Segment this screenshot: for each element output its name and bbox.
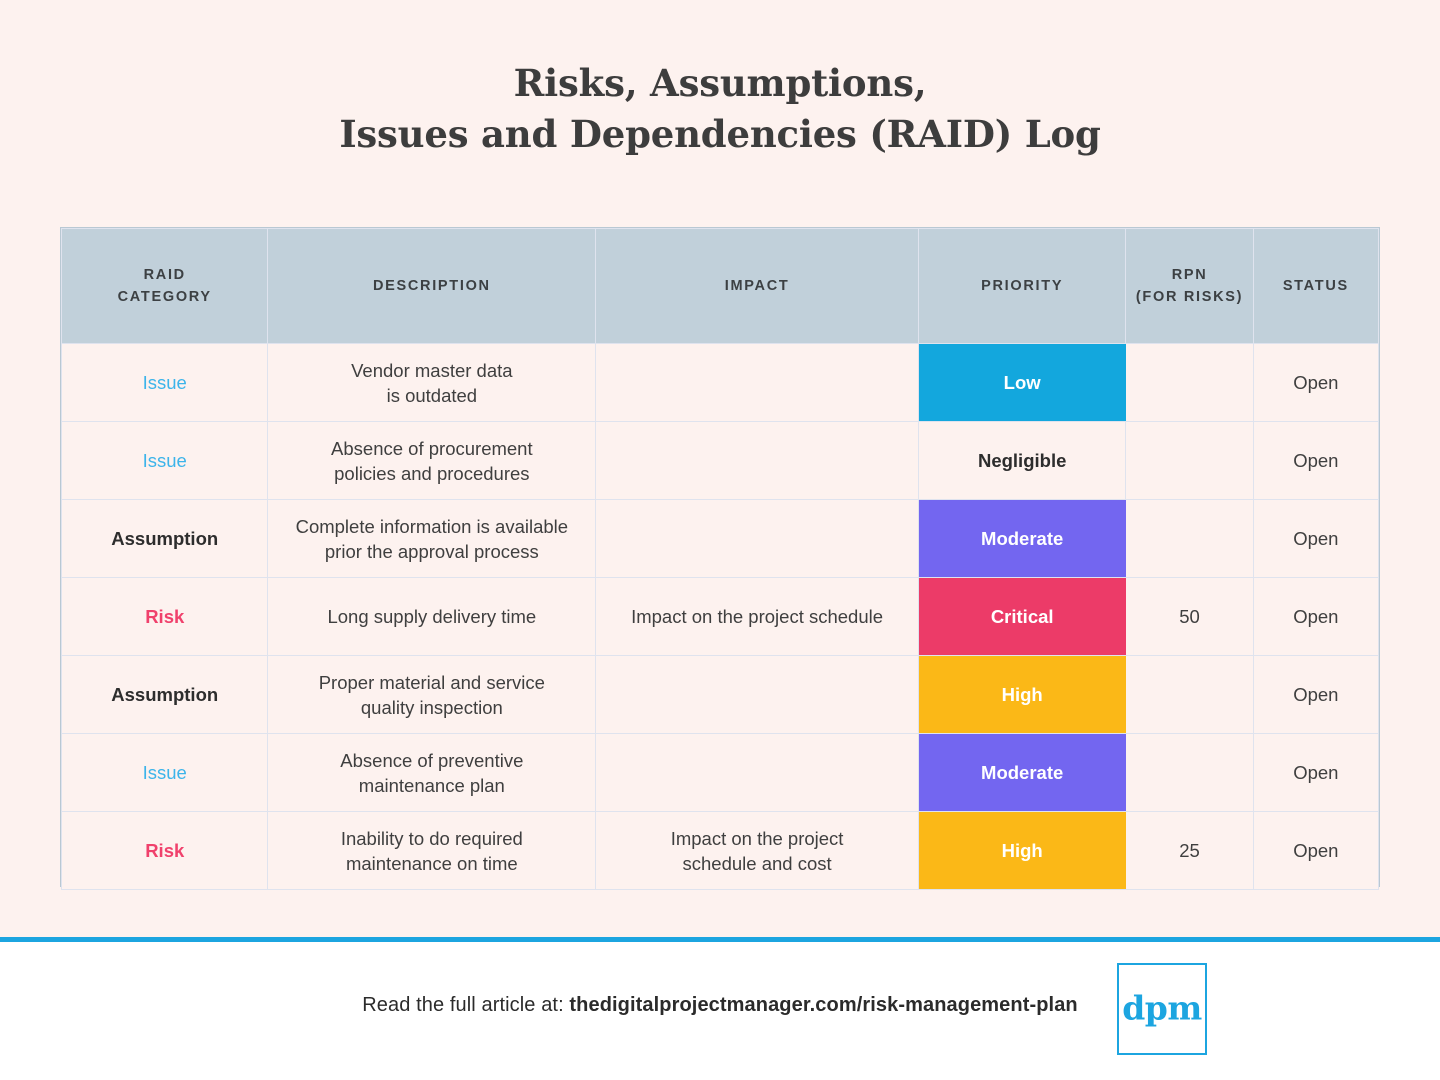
cell-rpn bbox=[1125, 733, 1254, 812]
cell-impact-line-2: schedule and cost bbox=[682, 852, 832, 874]
table-row: Issue Absence of preventive maintenance pl… bbox=[60, 733, 1380, 812]
column-header-impact-label: IMPACT bbox=[724, 278, 790, 294]
column-header-priority-label: PRIORITY bbox=[981, 278, 1064, 294]
page-title: Risks, Assumptions, Issues and Dependenc… bbox=[0, 58, 1440, 160]
cell-status: Open bbox=[1252, 733, 1380, 812]
cell-description-line-2: maintenance plan bbox=[358, 774, 505, 796]
column-header-description: DESCRIPTION bbox=[267, 228, 597, 344]
footer: Read the full article at: thedigitalproj… bbox=[0, 942, 1440, 1080]
cell-priority: High bbox=[918, 811, 1126, 890]
raid-table-container: RAID CATEGORY DESCRIPTION IMPACT PRIORIT… bbox=[60, 227, 1380, 890]
cell-status: Open bbox=[1252, 499, 1380, 578]
cell-impact bbox=[595, 655, 919, 734]
cell-raid-category: Issue bbox=[60, 343, 269, 422]
column-header-impact: IMPACT bbox=[595, 228, 919, 344]
table-row: Issue Absence of procurement policies and … bbox=[60, 421, 1380, 500]
cell-priority: Negligible bbox=[917, 421, 1127, 500]
table-row: Risk Inability to do required maintenance … bbox=[60, 811, 1380, 890]
cell-priority: High bbox=[918, 655, 1126, 734]
footer-lead-text: Read the full article at: bbox=[362, 994, 570, 1016]
dpm-logo-text: dpm bbox=[1122, 988, 1202, 1028]
column-header-raid-category: RAID CATEGORY bbox=[60, 228, 269, 344]
cell-raid-category: Assumption bbox=[60, 655, 269, 734]
dpm-logo: dpm bbox=[1117, 963, 1207, 1055]
cell-raid-category: Assumption bbox=[60, 499, 269, 578]
table-row: Assumption Complete information is availa… bbox=[60, 499, 1380, 578]
cell-description-line-1: Long supply delivery time bbox=[327, 606, 537, 627]
footer-article-link: Read the full article at: thedigitalproj… bbox=[0, 994, 1440, 1017]
cell-description-line-2: policies and procedures bbox=[334, 462, 530, 484]
cell-status: Open bbox=[1252, 811, 1380, 890]
cell-impact-line-1: Impact on the project schedule bbox=[631, 606, 884, 627]
cell-description-line-1: Complete information is available bbox=[295, 515, 569, 537]
column-header-priority: PRIORITY bbox=[917, 228, 1127, 344]
table-header-row: RAID CATEGORY DESCRIPTION IMPACT PRIORIT… bbox=[60, 228, 1380, 344]
cell-description: Absence of preventive maintenance plan bbox=[267, 733, 597, 812]
cell-impact bbox=[595, 499, 919, 578]
table-header: RAID CATEGORY DESCRIPTION IMPACT PRIORIT… bbox=[60, 228, 1380, 344]
page-title-line-1: Risks, Assumptions, bbox=[513, 61, 927, 105]
cell-status: Open bbox=[1252, 343, 1380, 422]
cell-raid-category: Risk bbox=[60, 811, 269, 890]
cell-description-line-1: Proper material and service bbox=[318, 671, 545, 693]
column-header-raid-category-line1: RAID bbox=[143, 267, 186, 283]
cell-priority: Moderate bbox=[918, 499, 1126, 578]
table-row: Assumption Proper material and service qua… bbox=[60, 655, 1380, 734]
cell-description: Absence of procurement policies and proce… bbox=[267, 421, 597, 500]
cell-raid-category: Risk bbox=[60, 577, 269, 656]
cell-impact-line-1: Impact on the project bbox=[670, 827, 844, 849]
cell-impact bbox=[595, 343, 919, 422]
cell-description-line-1: Inability to do required bbox=[340, 827, 523, 849]
cell-impact: Impact on the project schedule bbox=[595, 577, 919, 656]
column-header-status: STATUS bbox=[1252, 228, 1380, 344]
footer-url-text[interactable]: thedigitalprojectmanager.com/risk-manage… bbox=[569, 994, 1077, 1016]
cell-rpn: 50 bbox=[1125, 577, 1254, 656]
cell-impact bbox=[595, 421, 919, 500]
page-title-line-2: Issues and Dependencies (RAID) Log bbox=[339, 112, 1101, 156]
cell-description: Inability to do required maintenance on t… bbox=[267, 811, 597, 890]
table-row: Risk Long supply delivery time Impact on t… bbox=[60, 577, 1380, 656]
cell-raid-category: Issue bbox=[60, 421, 269, 500]
cell-impact bbox=[595, 733, 919, 812]
table-body: Issue Vendor master data is outdated Low Ope… bbox=[60, 343, 1380, 890]
column-header-description-label: DESCRIPTION bbox=[372, 278, 491, 294]
cell-description-line-1: Absence of preventive bbox=[340, 749, 524, 771]
column-header-rpn-line1: RPN bbox=[1171, 267, 1208, 283]
cell-rpn bbox=[1125, 343, 1254, 422]
cell-rpn bbox=[1125, 421, 1254, 500]
cell-description: Long supply delivery time bbox=[267, 577, 597, 656]
cell-priority: Critical bbox=[918, 577, 1126, 656]
table-row: Issue Vendor master data is outdated Low Ope… bbox=[60, 343, 1380, 422]
cell-description-line-1: Absence of procurement bbox=[331, 437, 533, 459]
cell-description-line-2: quality inspection bbox=[360, 696, 503, 718]
raid-log-infographic: Risks, Assumptions, Issues and Dependenc… bbox=[0, 0, 1440, 1080]
cell-priority: Low bbox=[918, 343, 1126, 422]
cell-description: Complete information is available prior t… bbox=[267, 499, 597, 578]
cell-raid-category: Issue bbox=[60, 733, 269, 812]
cell-description: Proper material and service quality inspe… bbox=[267, 655, 597, 734]
raid-table: RAID CATEGORY DESCRIPTION IMPACT PRIORIT… bbox=[60, 228, 1380, 890]
cell-status: Open bbox=[1252, 421, 1380, 500]
cell-description-line-2: is outdated bbox=[386, 384, 478, 406]
cell-description-line-2: prior the approval process bbox=[324, 540, 539, 562]
column-header-status-label: STATUS bbox=[1282, 278, 1349, 294]
cell-status: Open bbox=[1252, 577, 1380, 656]
cell-rpn: 25 bbox=[1125, 811, 1254, 890]
cell-priority: Moderate bbox=[918, 733, 1126, 812]
cell-rpn bbox=[1125, 655, 1254, 734]
column-header-rpn-line2: (FOR RISKS) bbox=[1135, 289, 1244, 305]
cell-description: Vendor master data is outdated bbox=[267, 343, 597, 422]
cell-description-line-2: maintenance on time bbox=[345, 852, 518, 874]
column-header-raid-category-line2: CATEGORY bbox=[117, 289, 212, 305]
cell-status: Open bbox=[1252, 655, 1380, 734]
cell-description-line-1: Vendor master data bbox=[351, 359, 513, 381]
cell-impact: Impact on the project schedule and cost bbox=[595, 811, 919, 890]
column-header-rpn: RPN (FOR RISKS) bbox=[1125, 228, 1254, 344]
cell-rpn bbox=[1125, 499, 1254, 578]
